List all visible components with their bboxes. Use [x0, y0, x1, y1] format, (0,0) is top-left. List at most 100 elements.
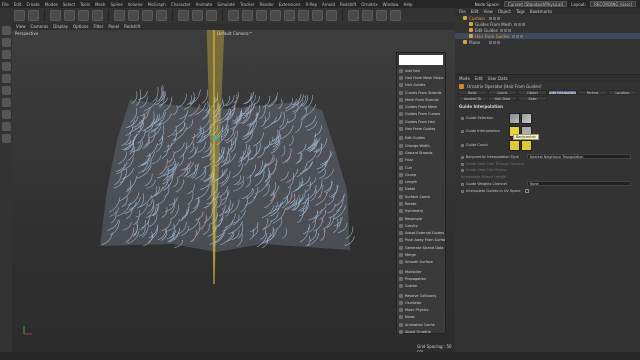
popup-item-propagation[interactable]: Propagation	[397, 275, 445, 282]
tab-object[interactable]: Object	[518, 90, 547, 95]
animate-radio[interactable]	[461, 162, 464, 166]
popup-item-change-width[interactable]: Change Width	[397, 142, 445, 149]
axis-z-icon[interactable]	[142, 10, 153, 21]
animate-radio[interactable]	[461, 143, 464, 147]
popup-item-frizz[interactable]: Frizz	[397, 157, 445, 164]
render-picture-viewer-icon[interactable]	[192, 10, 203, 21]
guide-count-swatch-2[interactable]	[521, 140, 532, 151]
popup-item-curves-from-strands[interactable]: Curves From Strands	[397, 89, 445, 96]
viewport-menu-options[interactable]: Options	[73, 24, 88, 29]
am-menu-mode[interactable]: Mode	[459, 76, 470, 81]
menu-simulate[interactable]: Simulate	[217, 2, 235, 7]
popup-item-clump[interactable]: Clump	[397, 171, 445, 178]
visibility-toggles[interactable]	[511, 34, 523, 38]
viewport-menu-filter[interactable]: Filter	[93, 24, 103, 29]
animate-radio[interactable]	[461, 116, 464, 120]
menu-x-rep[interactable]: X-Rep	[305, 2, 317, 7]
axis-y-icon[interactable]	[128, 10, 139, 21]
popup-item-guides-from-hair[interactable]: Guides From Hair	[397, 118, 445, 125]
popup-item-noise[interactable]: Noise	[397, 314, 445, 321]
popup-item-resolve-collisions[interactable]: Resolve Collisions	[397, 292, 445, 299]
viewport-perspective[interactable]: Perspective Default Camera™ Grid Spacing…	[12, 30, 455, 352]
popup-item-hair-guides[interactable]: Hair Guides	[397, 82, 445, 89]
popup-item-guides-from-curves[interactable]: Guides From Curves	[397, 111, 445, 118]
coordinate-system-icon[interactable]	[156, 10, 167, 21]
om-menu-edit[interactable]: Edit	[471, 9, 479, 14]
interpolate-uv-checkbox[interactable]	[524, 189, 529, 193]
om-menu-view[interactable]: View	[483, 9, 493, 14]
menu-mograph[interactable]: MoGraph	[148, 2, 166, 7]
popup-item-gravity[interactable]: Gravity	[397, 222, 445, 229]
guide-weights-dropdown[interactable]: None	[527, 181, 631, 186]
tab-guide-interpolation[interactable]: Guide Interpolation	[548, 90, 577, 95]
node-space-dropdown[interactable]: Current (Standard/Physical)	[503, 1, 568, 7]
menu-file[interactable]: File	[2, 2, 9, 7]
viewport-menu-panel[interactable]: Panel	[108, 24, 119, 29]
ornatrix-edit-icon[interactable]	[376, 10, 387, 21]
menu-arnold[interactable]: Arnold	[322, 2, 335, 7]
menu-select[interactable]: Select	[63, 2, 75, 7]
menu-tracker[interactable]: Tracker	[240, 2, 254, 7]
viewport-menu-view[interactable]: View	[16, 24, 26, 29]
menu-modes[interactable]: Modes	[45, 2, 58, 7]
popup-item-add-hair[interactable]: Add Hair	[397, 67, 445, 74]
layout-dropdown[interactable]: RECORDING (User)	[590, 1, 636, 7]
menu-spline[interactable]: Spline	[110, 2, 122, 7]
menu-create[interactable]: Create	[26, 2, 39, 7]
popup-item-merge[interactable]: Merge	[397, 251, 445, 258]
axis-x-icon[interactable]	[114, 10, 125, 21]
visibility-toggles[interactable]	[499, 28, 511, 32]
tab-location[interactable]: Location	[608, 90, 637, 95]
menu-help[interactable]: Help	[403, 2, 412, 7]
scale-icon[interactable]	[78, 10, 89, 21]
light-icon[interactable]	[326, 10, 337, 21]
snap-icon[interactable]	[1, 122, 11, 131]
popup-item-animation-cache[interactable]: Animation Cache	[397, 321, 445, 328]
make-editable-icon[interactable]	[1, 26, 11, 35]
popup-item-edit-guides[interactable]: Edit Guides	[397, 135, 445, 142]
ornatrix-guides-icon[interactable]	[362, 10, 373, 21]
popup-item-push-away-from-surface[interactable]: Push Away From Surface	[397, 237, 445, 244]
popup-item-curl[interactable]: Curl	[397, 164, 445, 171]
viewport-menu-redshift[interactable]: Redshift	[124, 24, 140, 29]
render-settings-icon[interactable]	[206, 10, 217, 21]
tab-coord[interactable]: Coord.	[488, 90, 517, 95]
visibility-toggles[interactable]	[513, 22, 525, 26]
popup-item-oscillator[interactable]: Oscillator	[397, 299, 445, 306]
menu-volume[interactable]: Volume	[128, 2, 143, 7]
guide-selection-swatch-2[interactable]	[521, 113, 532, 124]
ornatrix-settings-icon[interactable]	[390, 10, 401, 21]
om-menu-tags[interactable]: Tags	[516, 9, 525, 14]
model-mode-icon[interactable]	[1, 38, 11, 47]
cube-icon[interactable]	[228, 10, 239, 21]
menu-edit[interactable]: Edit	[14, 2, 22, 7]
viewport-menu-cameras[interactable]: Cameras	[31, 24, 49, 29]
popup-item-scatter[interactable]: Scatter	[397, 283, 445, 290]
menu-tools[interactable]: Tools	[80, 2, 90, 7]
popup-search-field[interactable]	[399, 55, 443, 65]
animate-radio[interactable]	[461, 182, 464, 186]
popup-item-moov-physics[interactable]: Moov Physics	[397, 307, 445, 314]
am-menu-edit[interactable]: Edit	[475, 76, 483, 81]
menu-animate[interactable]: Animate	[196, 2, 213, 7]
live-selection-icon[interactable]	[50, 10, 61, 21]
edges-mode-icon[interactable]	[1, 74, 11, 83]
undo-icon[interactable]	[14, 10, 25, 21]
menu-ornatrix[interactable]: Ornatrix	[361, 2, 377, 7]
popup-item-hair-from-guides[interactable]: Hair From Guides	[397, 125, 445, 132]
render-view-icon[interactable]	[178, 10, 189, 21]
tweak-mode-icon[interactable]	[1, 110, 11, 119]
polygons-mode-icon[interactable]	[1, 86, 11, 95]
guide-count-swatch[interactable]	[509, 140, 520, 151]
animate-radio[interactable]	[461, 189, 464, 193]
popup-item-ground-strands[interactable]: Ground Strands	[397, 149, 445, 156]
tab-hair-data[interactable]: Hair Data	[488, 96, 517, 101]
viewport-menu-display[interactable]: Display	[53, 24, 68, 29]
menu-mesh[interactable]: Mesh	[95, 2, 106, 7]
tab-basic[interactable]: Basic	[458, 90, 487, 95]
menu-render[interactable]: Render	[259, 2, 273, 7]
barycentric-dropdown[interactable]: Nearest Neighbour Triangulation	[527, 154, 631, 159]
workplane-icon[interactable]	[1, 134, 11, 143]
om-menu-bookmarks[interactable]: Bookmarks	[530, 9, 552, 14]
rotate-icon[interactable]	[92, 10, 103, 21]
